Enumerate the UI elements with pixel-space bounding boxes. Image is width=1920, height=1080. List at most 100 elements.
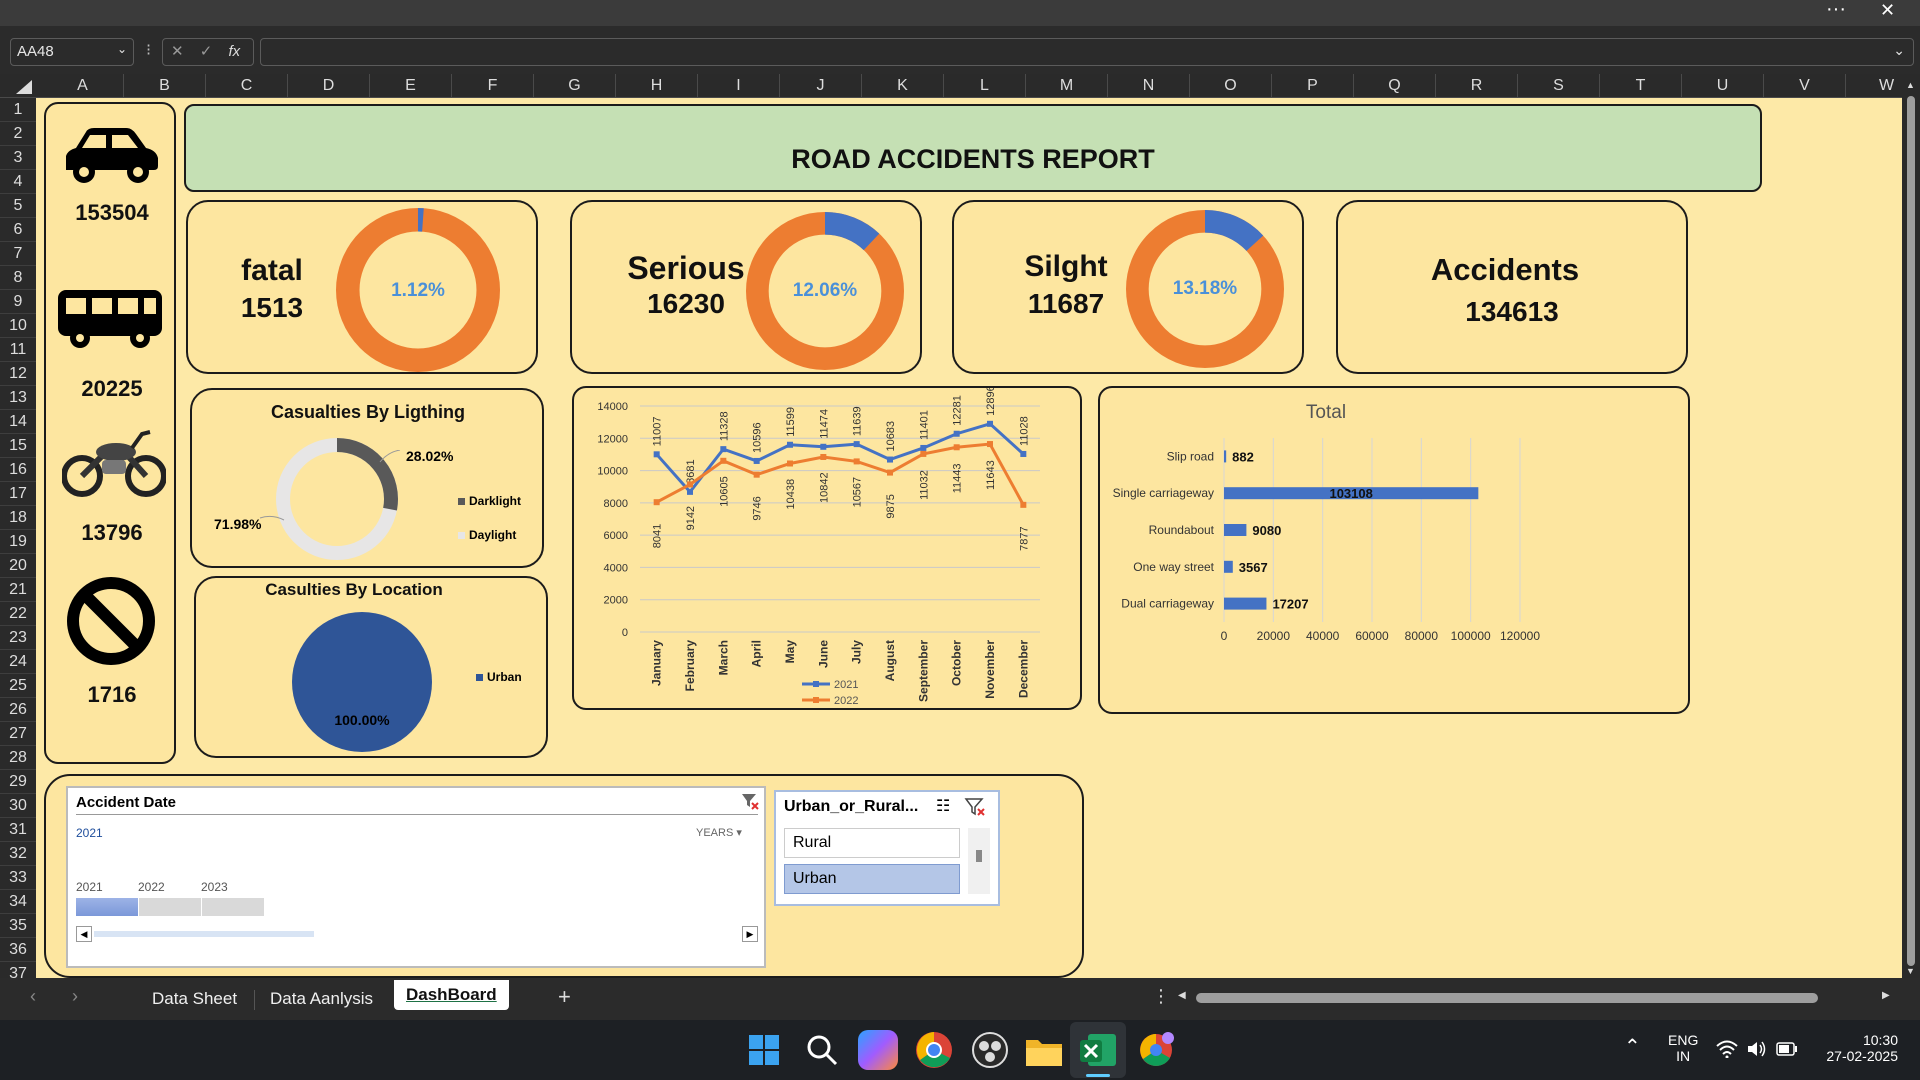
- function-icon[interactable]: fx: [229, 43, 241, 60]
- row-header[interactable]: 20: [0, 554, 36, 578]
- slicer-item-rural[interactable]: Rural: [784, 828, 960, 858]
- column-header[interactable]: Q: [1354, 74, 1436, 98]
- column-header[interactable]: H: [616, 74, 698, 98]
- slicer-item-urban[interactable]: Urban: [784, 864, 960, 894]
- row-header[interactable]: 8: [0, 266, 36, 290]
- column-header[interactable]: U: [1682, 74, 1764, 98]
- row-header[interactable]: 25: [0, 674, 36, 698]
- scroll-up-icon[interactable]: ▲: [1906, 80, 1915, 90]
- row-header[interactable]: 31: [0, 818, 36, 842]
- column-header[interactable]: L: [944, 74, 1026, 98]
- wifi-icon[interactable]: [1716, 1040, 1738, 1058]
- row-header[interactable]: 34: [0, 890, 36, 914]
- column-header[interactable]: T: [1600, 74, 1682, 98]
- column-header[interactable]: C: [206, 74, 288, 98]
- row-header[interactable]: 21: [0, 578, 36, 602]
- tab-data-sheet[interactable]: Data Sheet: [140, 984, 249, 1014]
- column-header[interactable]: I: [698, 74, 780, 98]
- row-header[interactable]: 15: [0, 434, 36, 458]
- column-header[interactable]: A: [42, 74, 124, 98]
- scroll-right-icon[interactable]: ▶: [1882, 990, 1890, 1001]
- row-header[interactable]: 28: [0, 746, 36, 770]
- row-header[interactable]: 1: [0, 98, 36, 122]
- column-header[interactable]: P: [1272, 74, 1354, 98]
- system-clock[interactable]: 10:30 27-02-2025: [1808, 1032, 1898, 1064]
- vertical-scrollbar[interactable]: ▲ ▼: [1902, 74, 1920, 978]
- copilot-icon[interactable]: [858, 1030, 898, 1070]
- select-all-icon[interactable]: [14, 78, 34, 96]
- row-header[interactable]: 24: [0, 650, 36, 674]
- horizontal-scrollbar[interactable]: ◀ ▶: [1178, 990, 1898, 1006]
- row-header[interactable]: 32: [0, 842, 36, 866]
- row-header[interactable]: 23: [0, 626, 36, 650]
- column-header[interactable]: F: [452, 74, 534, 98]
- row-header[interactable]: 10: [0, 314, 36, 338]
- scroll-left-icon[interactable]: ◀: [1178, 990, 1186, 1001]
- column-header[interactable]: B: [124, 74, 206, 98]
- row-header[interactable]: 6: [0, 218, 36, 242]
- chrome-icon[interactable]: [914, 1030, 954, 1070]
- formula-input[interactable]: ⌄: [260, 38, 1914, 66]
- row-header[interactable]: 11: [0, 338, 36, 362]
- row-header[interactable]: 4: [0, 170, 36, 194]
- timeline-bar-2022[interactable]: [139, 898, 201, 916]
- row-header[interactable]: 29: [0, 770, 36, 794]
- row-header[interactable]: 13: [0, 386, 36, 410]
- show-hidden-icons-icon[interactable]: ⌃: [1624, 1034, 1641, 1059]
- row-header[interactable]: 30: [0, 794, 36, 818]
- clear-filter-icon[interactable]: [740, 792, 760, 812]
- timeline-bar-2021[interactable]: [76, 898, 138, 916]
- row-header[interactable]: 12: [0, 362, 36, 386]
- next-sheet-icon[interactable]: ›: [72, 986, 78, 1007]
- cancel-icon[interactable]: ✕: [171, 43, 184, 60]
- column-header[interactable]: R: [1436, 74, 1518, 98]
- column-header[interactable]: J: [780, 74, 862, 98]
- excel-taskbar-active[interactable]: [1070, 1022, 1126, 1078]
- multi-select-icon[interactable]: ☷: [936, 796, 950, 816]
- timeline-scrollbar[interactable]: [94, 931, 314, 937]
- search-icon[interactable]: [806, 1034, 838, 1066]
- more-options-icon[interactable]: ···: [1826, 0, 1846, 21]
- column-header[interactable]: V: [1764, 74, 1846, 98]
- column-header[interactable]: G: [534, 74, 616, 98]
- row-header[interactable]: 7: [0, 242, 36, 266]
- volume-icon[interactable]: [1746, 1040, 1768, 1058]
- clear-filter-icon[interactable]: [964, 796, 986, 818]
- tab-dashboard[interactable]: DashBoard: [394, 980, 509, 1010]
- column-header[interactable]: D: [288, 74, 370, 98]
- expand-formula-icon[interactable]: ⌄: [1893, 42, 1905, 59]
- row-header[interactable]: 17: [0, 482, 36, 506]
- chrome-profile-icon[interactable]: [1136, 1030, 1176, 1070]
- row-header[interactable]: 3: [0, 146, 36, 170]
- scroll-right-icon[interactable]: ▶: [742, 926, 758, 942]
- horizontal-scroll-thumb[interactable]: [1196, 993, 1818, 1003]
- row-header[interactable]: 33: [0, 866, 36, 890]
- confirm-icon[interactable]: ✓: [200, 43, 213, 60]
- row-header[interactable]: 2: [0, 122, 36, 146]
- more-options-icon[interactable]: ⋮: [1152, 986, 1170, 1007]
- slicer-scroll-thumb[interactable]: [976, 850, 982, 862]
- column-header[interactable]: M: [1026, 74, 1108, 98]
- column-header[interactable]: N: [1108, 74, 1190, 98]
- obs-icon[interactable]: [970, 1030, 1010, 1070]
- scroll-left-icon[interactable]: ◀: [76, 926, 92, 942]
- row-header[interactable]: 5: [0, 194, 36, 218]
- row-header[interactable]: 27: [0, 722, 36, 746]
- battery-icon[interactable]: [1776, 1042, 1798, 1056]
- row-header[interactable]: 16: [0, 458, 36, 482]
- column-header[interactable]: S: [1518, 74, 1600, 98]
- column-header[interactable]: O: [1190, 74, 1272, 98]
- windows-start-icon[interactable]: [748, 1034, 780, 1066]
- timeline-bar-2023[interactable]: [202, 898, 264, 916]
- row-header[interactable]: 35: [0, 914, 36, 938]
- column-header[interactable]: E: [370, 74, 452, 98]
- slicer-scrollbar[interactable]: [968, 828, 990, 894]
- add-sheet-icon[interactable]: +: [558, 984, 571, 1010]
- row-header[interactable]: 9: [0, 290, 36, 314]
- row-header[interactable]: 18: [0, 506, 36, 530]
- timeline-period-dropdown[interactable]: YEARS ▾: [696, 826, 742, 839]
- file-explorer-icon[interactable]: [1024, 1032, 1064, 1068]
- row-header[interactable]: 14: [0, 410, 36, 434]
- vertical-scroll-thumb[interactable]: [1907, 96, 1915, 966]
- column-header[interactable]: K: [862, 74, 944, 98]
